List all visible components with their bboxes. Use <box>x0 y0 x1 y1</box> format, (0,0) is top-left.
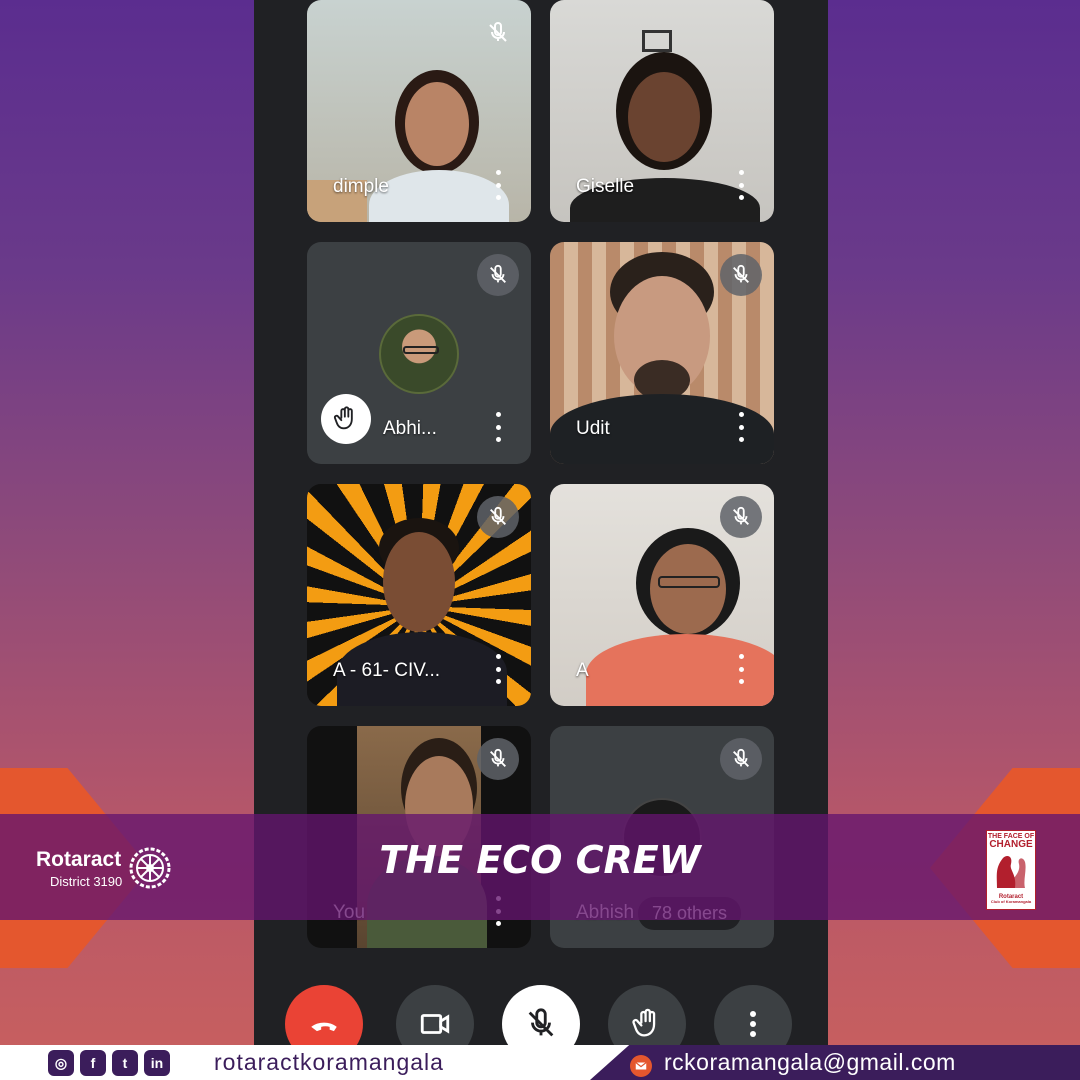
camera-icon <box>420 1014 450 1034</box>
more-options-icon[interactable] <box>736 654 746 684</box>
instagram-icon[interactable]: ◎ <box>48 1050 74 1076</box>
linkedin-icon[interactable]: in <box>144 1050 170 1076</box>
muted-mic-icon <box>477 254 519 296</box>
more-vert-icon <box>750 1011 756 1037</box>
rotary-wheel-icon <box>129 847 171 889</box>
muted-mic-icon <box>477 496 519 538</box>
raised-hand-icon <box>321 394 371 444</box>
participant-name: Udit <box>576 418 610 439</box>
rotaract-logo: Rotaract District 3190 <box>36 848 122 889</box>
participant-tile-a[interactable]: A <box>550 484 774 706</box>
muted-mic-icon <box>477 738 519 780</box>
participant-name: dimple <box>333 176 389 197</box>
more-options-icon[interactable] <box>493 412 503 442</box>
logo-line-2: CHANGE <box>989 839 1033 850</box>
logo-line-4: Club of Koramangala <box>990 899 1032 904</box>
email-icon <box>630 1055 652 1077</box>
social-icons: ◎ f t in <box>48 1050 170 1076</box>
muted-mic-icon <box>477 12 519 54</box>
muted-mic-icon <box>720 496 762 538</box>
participant-name: A - 61- CIV... <box>333 660 441 681</box>
participant-name: Abhi... <box>383 418 437 439</box>
muted-mic-icon <box>528 1008 554 1037</box>
contact-email[interactable]: rckoramangala@gmail.com <box>664 1049 956 1076</box>
more-options-icon[interactable] <box>493 170 503 200</box>
participant-tile-a61civ[interactable]: A - 61- CIV... <box>307 484 531 706</box>
social-handle: rotaractkoramangala <box>214 1049 444 1075</box>
more-options-icon[interactable] <box>493 654 503 684</box>
facebook-icon[interactable]: f <box>80 1050 106 1076</box>
participant-tile-udit[interactable]: Udit <box>550 242 774 464</box>
more-options-icon[interactable] <box>736 170 746 200</box>
faces-silhouette-icon <box>996 856 1026 888</box>
participant-name: A <box>576 660 589 681</box>
raise-hand-icon <box>632 1008 656 1037</box>
twitter-icon[interactable]: t <box>112 1050 138 1076</box>
face-of-change-logo: THE FACE OF CHANGE Rotaract Club of Kora… <box>986 830 1036 910</box>
participant-tile-abhi[interactable]: Abhi... <box>307 242 531 464</box>
rotaract-district: District 3190 <box>50 874 123 889</box>
muted-mic-icon <box>720 738 762 780</box>
more-options-icon[interactable] <box>736 412 746 442</box>
participant-tile-giselle[interactable]: Giselle <box>550 0 774 222</box>
participant-tile-dimple[interactable]: dimple <box>307 0 531 222</box>
end-call-icon <box>311 1022 337 1032</box>
rotaract-brand: Rotaract <box>36 848 122 871</box>
muted-mic-icon <box>720 254 762 296</box>
participant-name: Giselle <box>576 176 635 197</box>
avatar <box>379 314 459 394</box>
